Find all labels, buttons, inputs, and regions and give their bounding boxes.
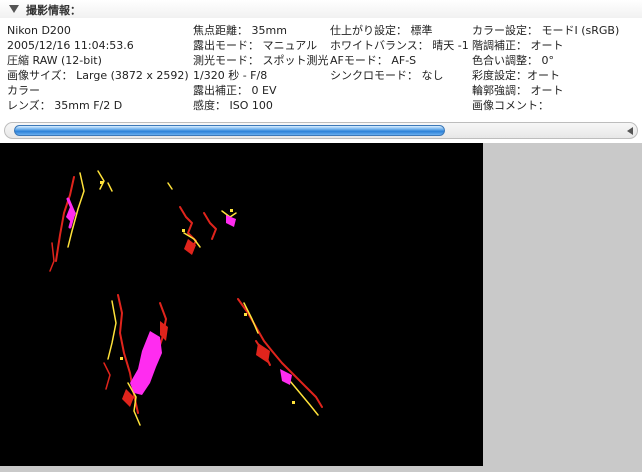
color-mode: カラー <box>7 84 40 97</box>
shutter-aperture: 1/320 秒 - F/8 <box>193 69 268 82</box>
lens: レンズ： 35mm F/2 D <box>7 99 123 112</box>
iso-sensitivity: 感度： ISO 100 <box>193 99 273 112</box>
highlight-preview-image <box>0 143 483 466</box>
sharpening: 輪郭強調： オート <box>472 84 564 97</box>
metering-mode: 測光モード： スポット測光 <box>193 54 329 67</box>
image-comment: 画像コメント： <box>472 99 549 112</box>
focal-length: 焦点距離： 35mm <box>193 24 287 37</box>
preview-canvas <box>0 143 642 472</box>
info-column-camera: Nikon D200 2005/12/16 11:04:53.6 圧縮 RAW … <box>7 23 189 113</box>
disclosure-triangle-icon[interactable] <box>9 5 19 13</box>
panel-title: 撮影情報： <box>26 4 81 17</box>
capture-datetime: 2005/12/16 11:04:53.6 <box>7 39 134 52</box>
picture-control: 仕上がり設定： 標準 <box>330 24 433 37</box>
sync-mode: シンクロモード： なし <box>330 69 444 82</box>
saturation: 彩度設定：オート <box>472 69 560 82</box>
image-size: 画像サイズ： Large (3872 x 2592) <box>7 69 189 82</box>
scroll-left-arrow-icon[interactable] <box>627 127 633 135</box>
shooting-info-grid: Nikon D200 2005/12/16 11:04:53.6 圧縮 RAW … <box>0 18 642 122</box>
info-column-settings: 仕上がり設定： 標準 ホワイトバランス： 晴天 -1 AFモード： AF-S シ… <box>330 23 469 83</box>
compression: 圧縮 RAW (12-bit) <box>7 54 102 67</box>
color-space: カラー設定： モードI (sRGB) <box>472 24 620 37</box>
tone-compensation: 階調補正： オート <box>472 39 564 52</box>
exposure-compensation: 露出補正： 0 EV <box>193 84 277 97</box>
info-column-exposure: 焦点距離： 35mm 露出モード： マニュアル 測光モード： スポット測光 1/… <box>193 23 329 113</box>
info-column-processing: カラー設定： モードI (sRGB) 階調補正： オート 色合い調整： 0° 彩… <box>472 23 619 113</box>
white-balance: ホワイトバランス： 晴天 -1 <box>330 39 469 52</box>
shooting-info-header: 撮影情報： <box>0 0 642 19</box>
camera-model: Nikon D200 <box>7 24 71 37</box>
af-mode: AFモード： AF-S <box>330 54 417 67</box>
scroll-thumb[interactable] <box>14 125 445 136</box>
exposure-mode: 露出モード： マニュアル <box>193 39 318 52</box>
highlight-clipping-overlay <box>0 143 483 466</box>
hue-adjustment: 色合い調整： 0° <box>472 54 554 67</box>
horizontal-scrollbar[interactable] <box>4 122 638 139</box>
